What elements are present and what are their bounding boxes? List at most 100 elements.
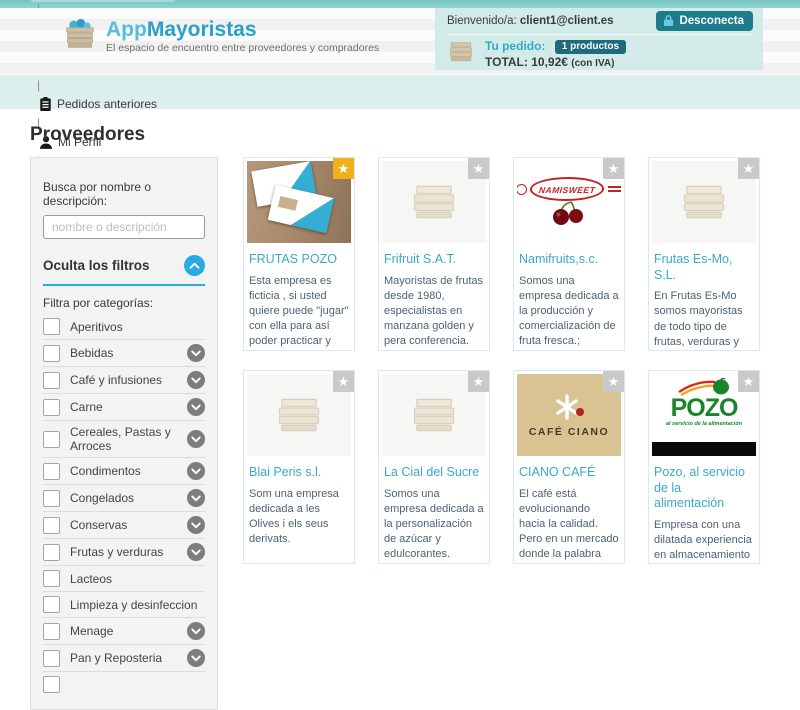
cart-crate-icon bbox=[447, 38, 475, 69]
provider-description: Somos una empresa dedicada a la producci… bbox=[519, 274, 619, 351]
app-tagline: El espacio de encuentro entre proveedore… bbox=[106, 42, 379, 54]
favorite-star-icon[interactable]: ★ bbox=[603, 371, 624, 392]
header: AppMayoristas El espacio de encuentro en… bbox=[0, 8, 800, 75]
provider-description: Som una empresa dedicada a les Olives i … bbox=[249, 487, 349, 548]
search-label: Busca por nombre o descripción: bbox=[43, 180, 205, 208]
cherries-icon bbox=[549, 201, 589, 227]
provider-card[interactable]: ★ La Cial del Sucre Somos una empresa de… bbox=[378, 370, 490, 564]
main-content: Busca por nombre o descripción: Oculta l… bbox=[0, 157, 800, 710]
category-checkbox[interactable] bbox=[43, 463, 60, 480]
nav-separator: | bbox=[37, 78, 40, 92]
provider-name-link[interactable]: La Cial del Sucre bbox=[384, 465, 484, 481]
chevron-down-icon[interactable] bbox=[187, 430, 205, 448]
provider-name-link[interactable]: Namifruits,s.c. bbox=[519, 252, 619, 268]
category-name: Condimentos bbox=[70, 464, 187, 478]
category-checkbox[interactable] bbox=[43, 544, 60, 561]
favorite-star-icon[interactable]: ★ bbox=[603, 158, 624, 179]
chevron-down-icon[interactable] bbox=[187, 543, 205, 561]
category-name: Cereales, Pastas y Arroces bbox=[70, 425, 187, 453]
hide-filters-toggle[interactable]: Oculta los filtros bbox=[43, 255, 205, 276]
provider-card[interactable]: ★ Frifruit S.A.T. Mayoristas de frutas d… bbox=[378, 157, 490, 351]
hide-filters-label: Oculta los filtros bbox=[43, 258, 150, 273]
category-name: Pan y Reposteria bbox=[70, 651, 187, 665]
category-checkbox[interactable] bbox=[43, 517, 60, 534]
nav-item-pedidos-anteriores[interactable]: Pedidos anteriores bbox=[30, 92, 176, 116]
category-checkbox[interactable] bbox=[43, 318, 60, 335]
app-title: AppMayoristas bbox=[106, 19, 379, 41]
clipboard-icon bbox=[40, 97, 51, 111]
cart-summary[interactable]: Tu pedido: 1 productos TOTAL: 10,92€ (co… bbox=[447, 38, 753, 69]
provider-description: El café está evolucionando hacia la cali… bbox=[519, 487, 619, 564]
category-row: Pan y Reposteria bbox=[43, 645, 205, 672]
namisweet-seal-icon bbox=[517, 184, 527, 195]
main-nav: Busca proveedores | Busca productos | Mi… bbox=[0, 75, 800, 109]
cart-label: Tu pedido: bbox=[485, 39, 545, 53]
provider-description: Empresa con una dilatada experiencia en … bbox=[654, 518, 754, 564]
provider-description: Mayoristas de frutas desde 1980, especia… bbox=[384, 274, 484, 351]
category-row: Conservas bbox=[43, 512, 205, 539]
category-checkbox[interactable] bbox=[43, 623, 60, 640]
category-row bbox=[43, 672, 205, 697]
provider-card[interactable]: POZOal servicio de la alimentación ★ Poz… bbox=[648, 370, 760, 564]
lock-icon bbox=[663, 14, 674, 27]
category-row: Bebidas bbox=[43, 340, 205, 367]
category-row: Aperitivos bbox=[43, 314, 205, 340]
cafe-ciano-wordmark: CAFÉ CIANO bbox=[529, 426, 609, 438]
provider-card[interactable]: ★ FRUTAS POZO Esta empresa es ficticia ,… bbox=[243, 157, 355, 351]
chevron-down-icon[interactable] bbox=[187, 516, 205, 534]
business-card bbox=[268, 185, 335, 234]
chevron-down-icon[interactable] bbox=[187, 649, 205, 667]
provider-description: Somos una empresa dedicada a la personal… bbox=[384, 487, 484, 563]
category-checkbox[interactable] bbox=[43, 570, 60, 587]
category-checkbox[interactable] bbox=[43, 676, 60, 693]
provider-name-link[interactable]: Frifruit S.A.T. bbox=[384, 252, 484, 268]
provider-name-link[interactable]: Blai Peris s.l. bbox=[249, 465, 349, 481]
favorite-star-icon[interactable]: ★ bbox=[738, 371, 759, 392]
category-checkbox[interactable] bbox=[43, 345, 60, 362]
chevron-down-icon[interactable] bbox=[187, 398, 205, 416]
category-checkbox[interactable] bbox=[43, 490, 60, 507]
cart-count-badge: 1 productos bbox=[555, 40, 626, 54]
chevron-down-icon[interactable] bbox=[187, 489, 205, 507]
provider-description: Esta empresa es ficticia , si usted quie… bbox=[249, 274, 349, 351]
chevron-down-icon[interactable] bbox=[187, 462, 205, 480]
favorite-star-icon[interactable]: ★ bbox=[468, 158, 489, 179]
namisweet-wordmark: NAMISWEET bbox=[539, 185, 597, 195]
provider-name-link[interactable]: Pozo, al servicio de la alimentación bbox=[654, 465, 754, 512]
search-input[interactable] bbox=[43, 215, 205, 239]
provider-cards-grid: ★ FRUTAS POZO Esta empresa es ficticia ,… bbox=[243, 157, 760, 564]
favorite-star-icon[interactable]: ★ bbox=[333, 158, 354, 179]
category-checkbox[interactable] bbox=[43, 431, 60, 448]
nav-item-busca-proveedores[interactable]: Busca proveedores bbox=[30, 0, 176, 2]
provider-card[interactable]: CAFÉ CIANO ★ CIANO CAFÉ El café está evo… bbox=[513, 370, 625, 564]
provider-card[interactable]: NAMISWEET ★ Namifruits,s.c. Somos una em… bbox=[513, 157, 625, 351]
favorite-star-icon[interactable]: ★ bbox=[468, 371, 489, 392]
chevron-up-icon[interactable] bbox=[184, 255, 205, 276]
category-name: Carne bbox=[70, 400, 187, 414]
chevron-down-icon[interactable] bbox=[187, 344, 205, 362]
provider-name-link[interactable]: FRUTAS POZO bbox=[249, 252, 349, 268]
category-checkbox[interactable] bbox=[43, 650, 60, 667]
favorite-star-icon[interactable]: ★ bbox=[738, 158, 759, 179]
category-name: Lacteos bbox=[70, 572, 205, 586]
category-name: Bebidas bbox=[70, 346, 187, 360]
category-row: Frutas y verduras bbox=[43, 539, 205, 566]
category-name: Frutas y verduras bbox=[70, 545, 187, 559]
namisweet-fine-print bbox=[608, 186, 621, 192]
chevron-down-icon[interactable] bbox=[187, 622, 205, 640]
category-checkbox[interactable] bbox=[43, 399, 60, 416]
pozo-black-bar bbox=[652, 442, 756, 456]
favorite-star-icon[interactable]: ★ bbox=[333, 371, 354, 392]
provider-card[interactable]: ★ Blai Peris s.l. Som una empresa dedica… bbox=[243, 370, 355, 564]
session-panel: Bienvenido/a: client1@client.es Desconec… bbox=[435, 8, 763, 70]
crate-fruit-logo-icon bbox=[62, 18, 98, 55]
category-row: Limpieza y desinfeccion bbox=[43, 592, 205, 618]
category-name: Limpieza y desinfeccion bbox=[70, 598, 205, 612]
provider-card[interactable]: ★ Frutas Es-Mo, S.L. En Frutas Es-Mo som… bbox=[648, 157, 760, 351]
category-checkbox[interactable] bbox=[43, 372, 60, 389]
category-checkbox[interactable] bbox=[43, 596, 60, 613]
chevron-down-icon[interactable] bbox=[187, 371, 205, 389]
logout-button[interactable]: Desconecta bbox=[656, 11, 753, 31]
provider-name-link[interactable]: CIANO CAFÉ bbox=[519, 465, 619, 481]
provider-name-link[interactable]: Frutas Es-Mo, S.L. bbox=[654, 252, 754, 283]
